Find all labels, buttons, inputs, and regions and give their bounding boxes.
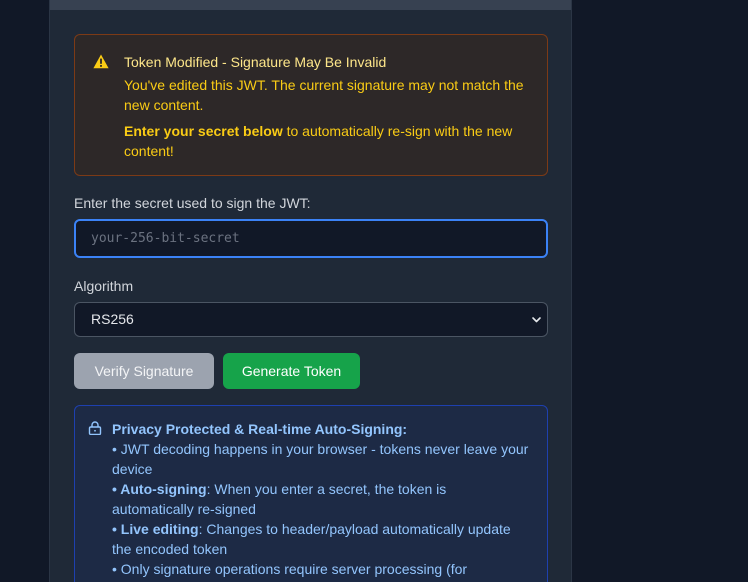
privacy-title: Privacy Protected & Real-time Auto-Signi…: [112, 421, 408, 437]
privacy-item: • Auto-signing: When you enter a secret,…: [112, 479, 531, 519]
panel-header-strip: [50, 0, 571, 10]
privacy-info-box: Privacy Protected & Real-time Auto-Signi…: [74, 405, 548, 582]
alert-cta-emphasis: Enter your secret below: [124, 123, 283, 139]
algorithm-selected-value: RS256: [91, 311, 134, 327]
jwt-signature-panel: Token Modified - Signature May Be Invali…: [49, 0, 572, 582]
privacy-item-text: • JWT decoding happens in your browser -…: [112, 441, 529, 477]
verify-signature-button[interactable]: Verify Signature: [74, 353, 214, 389]
token-modified-alert: Token Modified - Signature May Be Invali…: [74, 34, 548, 176]
privacy-item-emphasis: • Auto-signing: [112, 481, 207, 497]
lock-icon: [88, 421, 102, 435]
algorithm-select[interactable]: RS256: [74, 302, 548, 337]
algorithm-label: Algorithm: [74, 278, 134, 294]
secret-field-label: Enter the secret used to sign the JWT:: [74, 195, 311, 211]
privacy-item: • Live editing: Changes to header/payloa…: [112, 519, 531, 559]
generate-token-button[interactable]: Generate Token: [223, 353, 360, 389]
alert-message: You've edited this JWT. The current sign…: [124, 77, 524, 113]
privacy-item-text: • Only signature operations require serv…: [112, 561, 468, 577]
alert-call-to-action: Enter your secret below to automatically…: [124, 121, 529, 161]
privacy-item: • Only signature operations require serv…: [112, 559, 531, 579]
warning-triangle-icon: [93, 54, 109, 69]
alert-title: Token Modified - Signature May Be Invali…: [124, 54, 387, 70]
secret-input[interactable]: [74, 219, 548, 258]
chevron-down-icon: [532, 317, 541, 323]
privacy-item-emphasis: • Live editing: [112, 521, 199, 537]
privacy-item: • JWT decoding happens in your browser -…: [112, 439, 531, 479]
